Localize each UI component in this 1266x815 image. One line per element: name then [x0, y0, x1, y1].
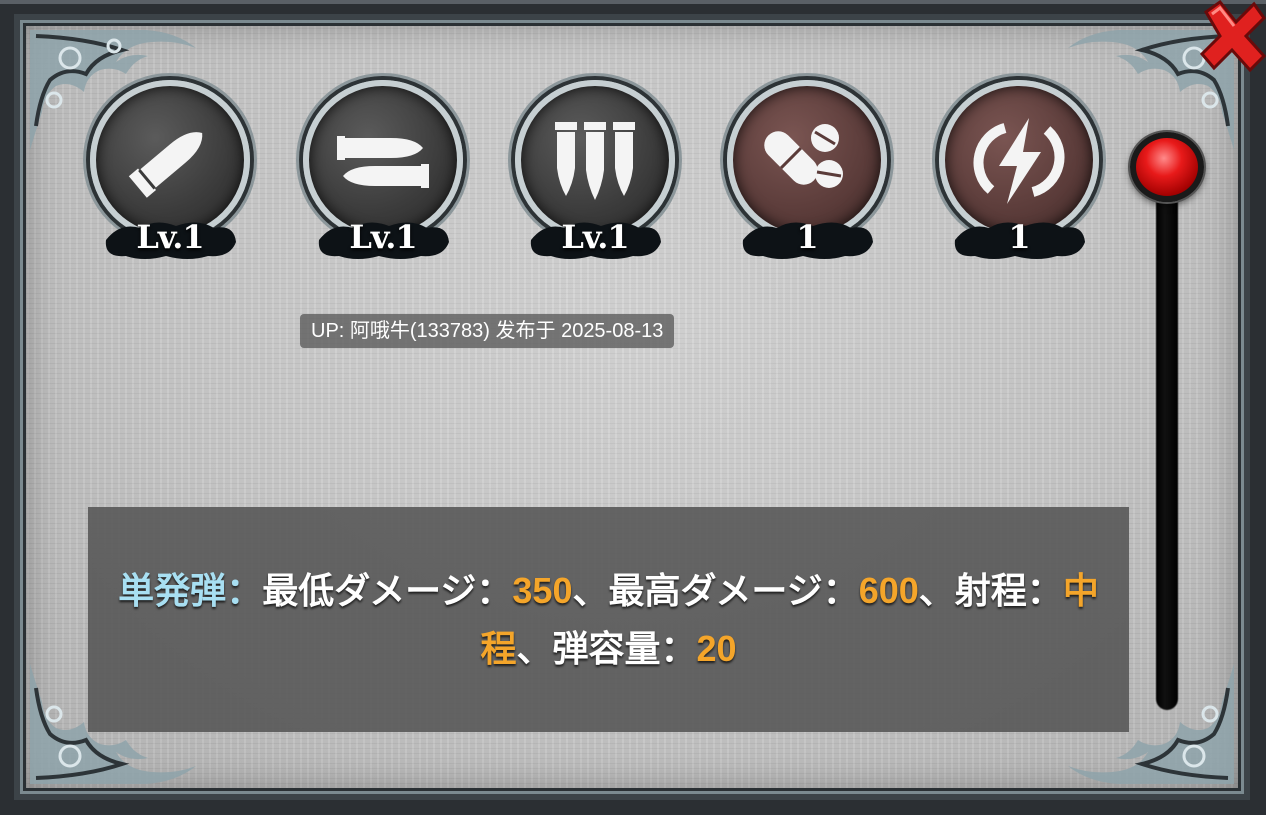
energy-bolt-icon	[973, 118, 1065, 204]
close-icon	[1199, 0, 1266, 72]
separator: 、	[572, 571, 609, 612]
skill-slot-single-bullet[interactable]: Lv.1	[82, 80, 258, 270]
triple-bullet-icon	[555, 122, 635, 200]
range-label: 射程：	[954, 571, 1063, 612]
skill-slot-double-bullet[interactable]: Lv.1	[295, 80, 471, 270]
max-damage-label: 最高ダメージ：	[608, 571, 859, 612]
scroll-track[interactable]	[1156, 150, 1178, 710]
min-damage-label: 最低ダメージ：	[262, 571, 513, 612]
skill-level-label: Lv.1	[136, 218, 204, 256]
weapon-name-colon: ：	[226, 571, 263, 612]
scroll-knob[interactable]	[1130, 132, 1204, 202]
separator: 、	[918, 571, 955, 612]
separator: 、	[516, 629, 553, 670]
skill-level-label: Lv.1	[561, 218, 629, 256]
min-damage-value: 350	[512, 570, 573, 611]
item-count-label: 1	[796, 218, 818, 256]
pills-icon	[764, 124, 843, 188]
single-bullet-icon	[128, 132, 203, 198]
skill-level-label: Lv.1	[349, 218, 417, 256]
uploader-tag: UP: 阿哦牛(133783) 发布于 2025-08-13	[300, 314, 675, 348]
description-text: 単発弾：最低ダメージ：350、最高ダメージ：600、射程：中程、弾容量：20	[96, 562, 1121, 678]
item-slot-pills[interactable]: 1	[719, 80, 895, 270]
weapon-name: 単発弾	[118, 571, 227, 612]
double-bullet-icon	[337, 136, 429, 188]
item-slot-energy[interactable]: 1	[931, 80, 1107, 270]
capacity-label: 弾容量：	[552, 629, 697, 670]
max-damage-value: 600	[858, 570, 919, 611]
close-button[interactable]	[1198, 0, 1266, 72]
skill-slot-triple-bullet[interactable]: Lv.1	[507, 80, 683, 270]
item-count-label: 1	[1008, 218, 1030, 256]
capacity-value: 20	[696, 628, 737, 669]
